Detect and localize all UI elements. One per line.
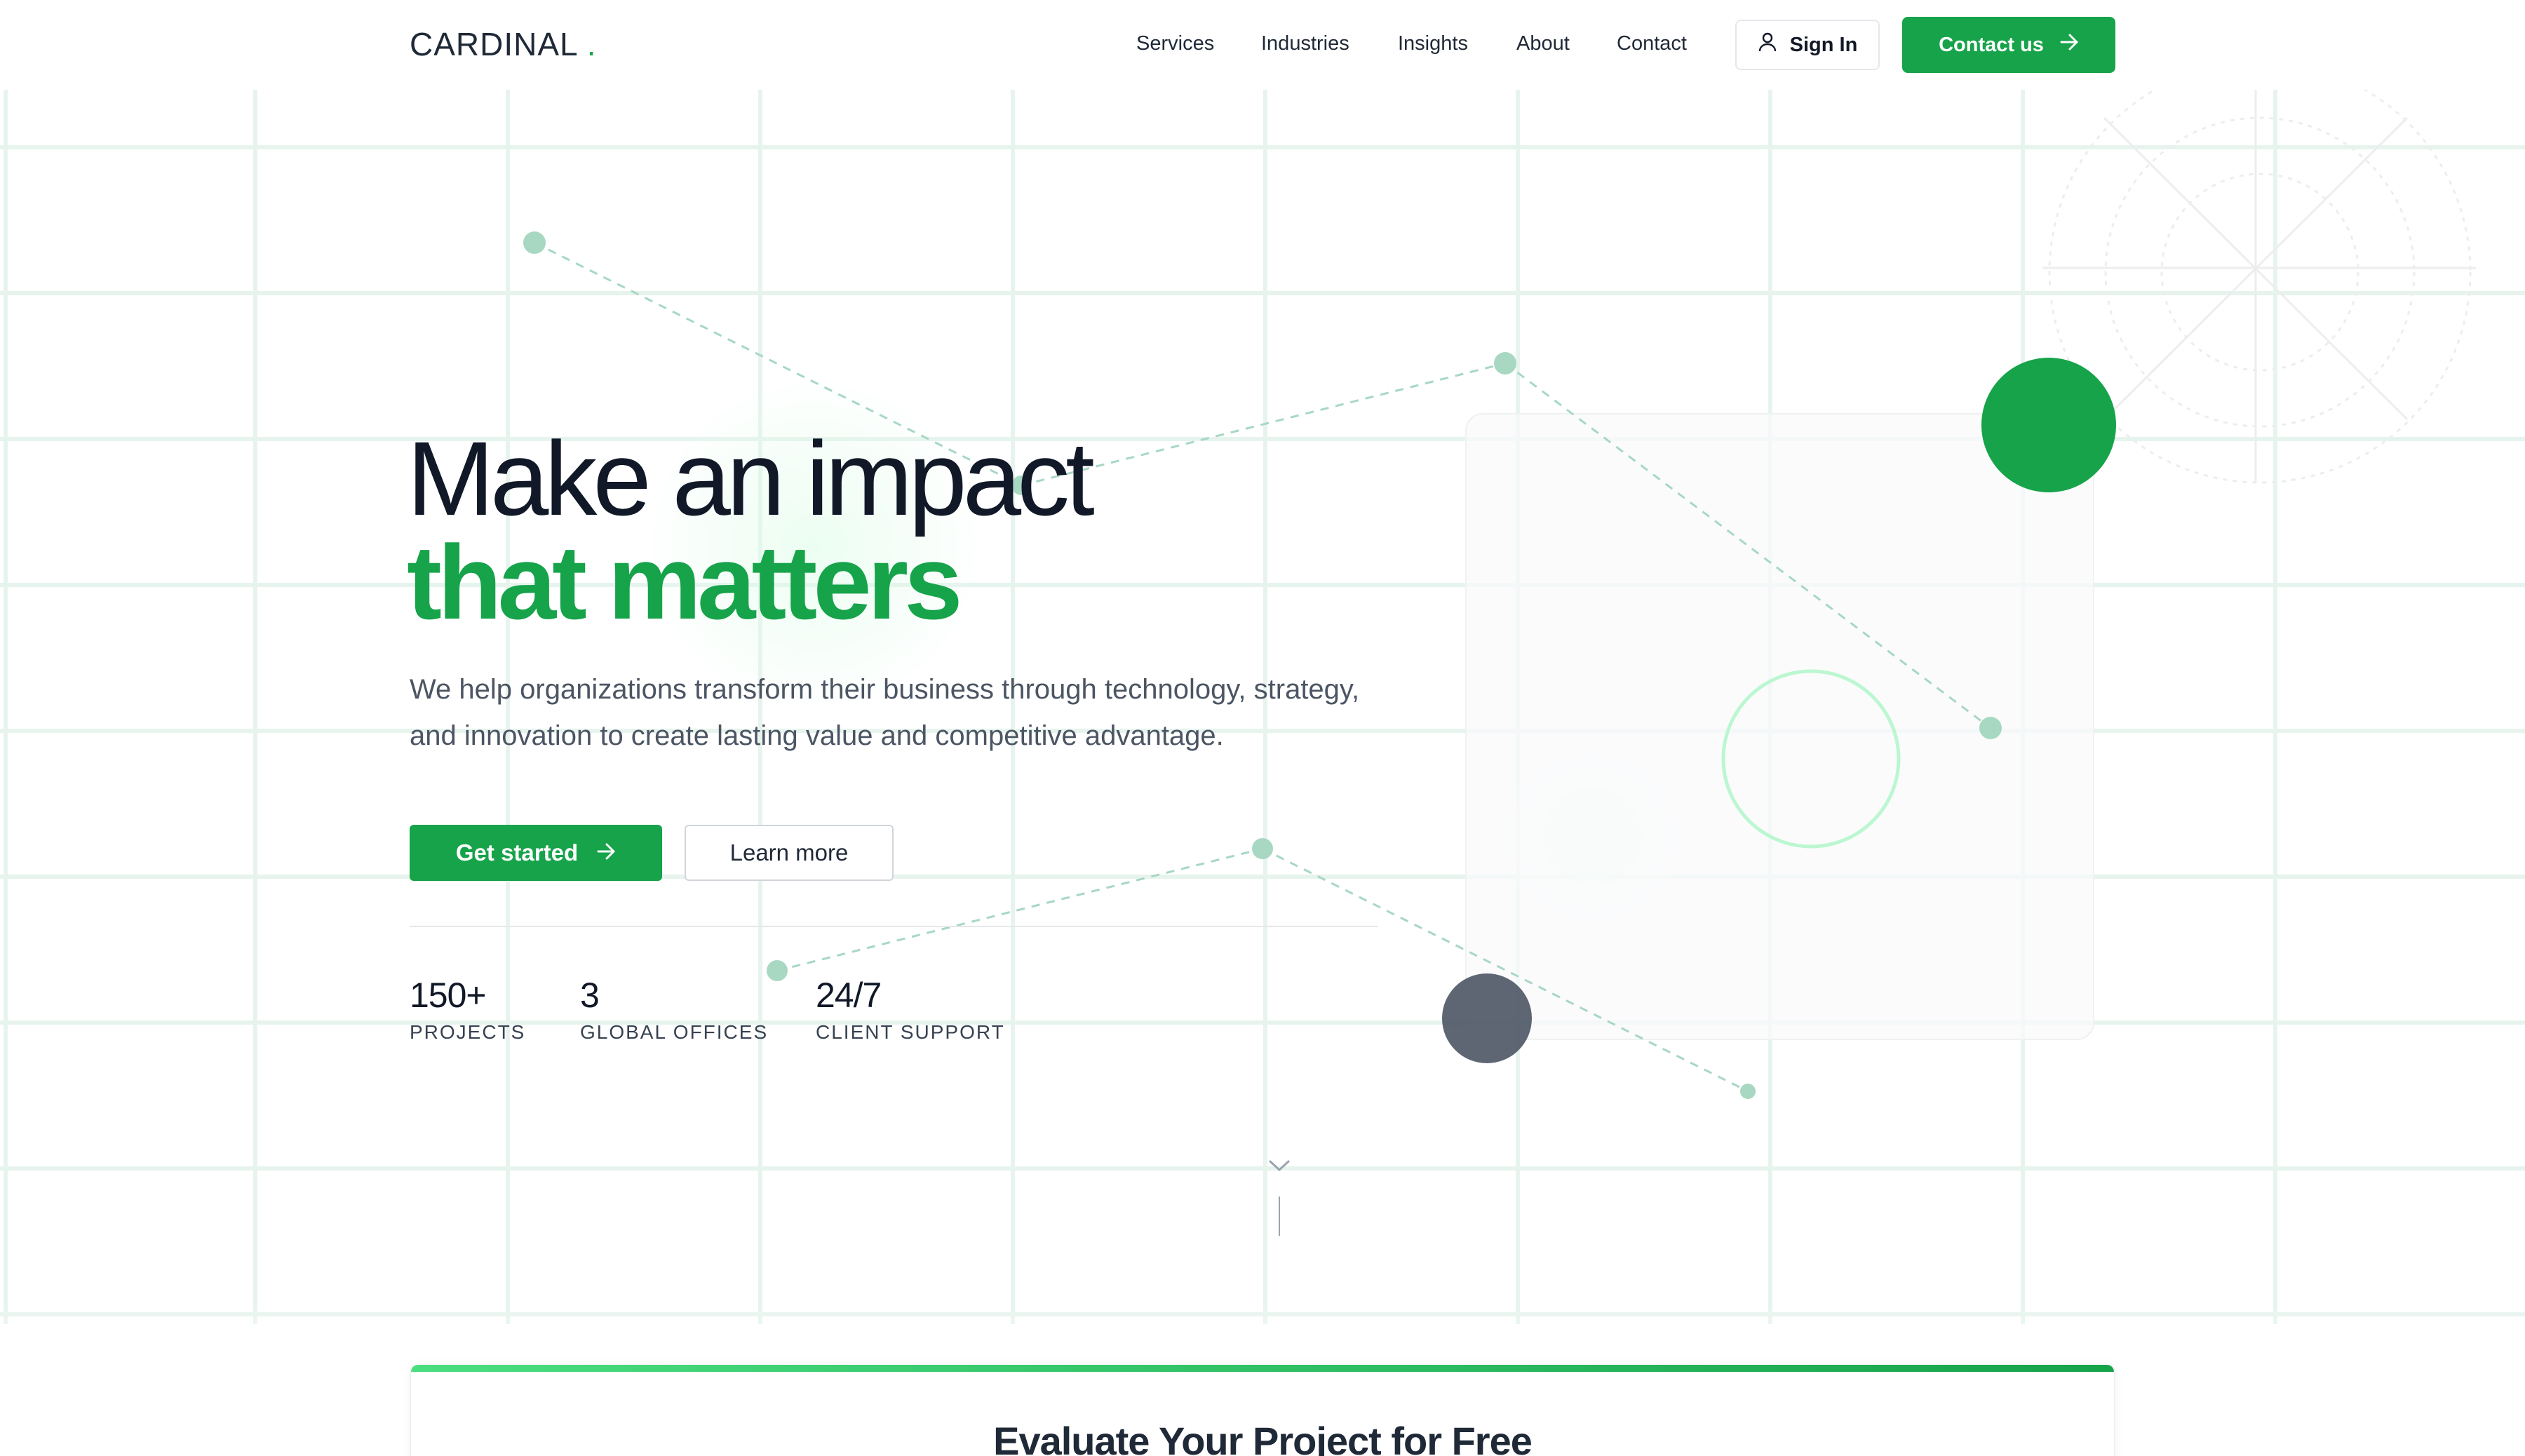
gray-circle bbox=[1442, 973, 1532, 1063]
chevron-down-icon[interactable] bbox=[1268, 1159, 1291, 1176]
stat-value: 24/7 bbox=[816, 976, 882, 1015]
stat-label: CLIENT SUPPORT bbox=[816, 1021, 1005, 1043]
contact-us-label: Contact us bbox=[1939, 33, 2044, 56]
arrow-right-icon bbox=[2059, 33, 2079, 57]
get-started-label: Get started bbox=[455, 840, 579, 865]
hero-title-line1: Make an impact bbox=[407, 419, 1095, 537]
stats-divider bbox=[410, 926, 1378, 927]
nav-industries[interactable]: Industries bbox=[1261, 32, 1349, 55]
nav-about[interactable]: About bbox=[1516, 32, 1570, 55]
stat-value: 3 bbox=[580, 976, 600, 1015]
logo-dot: . bbox=[586, 26, 597, 62]
stat-support: 24/7 CLIENT SUPPORT bbox=[816, 975, 1005, 1044]
scroll-indicator-line bbox=[1279, 1197, 1280, 1236]
hero-description: We help organizations transform their bu… bbox=[410, 674, 1360, 751]
hero-title-line2: that matters bbox=[407, 523, 963, 641]
logo[interactable]: CARDINAL . bbox=[410, 25, 596, 63]
stat-offices: 3 GLOBAL OFFICES bbox=[580, 975, 768, 1044]
logo-text: CARDINAL bbox=[410, 26, 577, 62]
card-accent-bar bbox=[411, 1365, 2114, 1372]
stat-label: GLOBAL OFFICES bbox=[580, 1021, 769, 1043]
nav-contact[interactable]: Contact bbox=[1617, 32, 1687, 55]
nav-insights[interactable]: Insights bbox=[1398, 32, 1468, 55]
contact-us-button[interactable]: Contact us bbox=[1902, 17, 2115, 73]
sign-in-button[interactable]: Sign In bbox=[1735, 20, 1880, 70]
user-icon bbox=[1758, 32, 1777, 58]
evaluate-title: Evaluate Your Project for Free bbox=[993, 1419, 1533, 1456]
stat-projects: 150+ PROJECTS bbox=[410, 975, 525, 1044]
learn-more-button[interactable]: Learn more bbox=[685, 825, 894, 881]
stat-value: 150+ bbox=[410, 976, 487, 1015]
site-header: CARDINAL . Services Industries Insights … bbox=[0, 0, 2525, 90]
green-circle bbox=[1981, 358, 2116, 492]
stat-label: PROJECTS bbox=[410, 1021, 526, 1043]
evaluate-project-card: Evaluate Your Project for Free bbox=[410, 1365, 2115, 1456]
sign-in-label: Sign In bbox=[1789, 33, 1858, 56]
arrow-right-icon bbox=[596, 840, 616, 866]
nav-services[interactable]: Services bbox=[1136, 32, 1214, 55]
get-started-button[interactable]: Get started bbox=[410, 825, 662, 881]
